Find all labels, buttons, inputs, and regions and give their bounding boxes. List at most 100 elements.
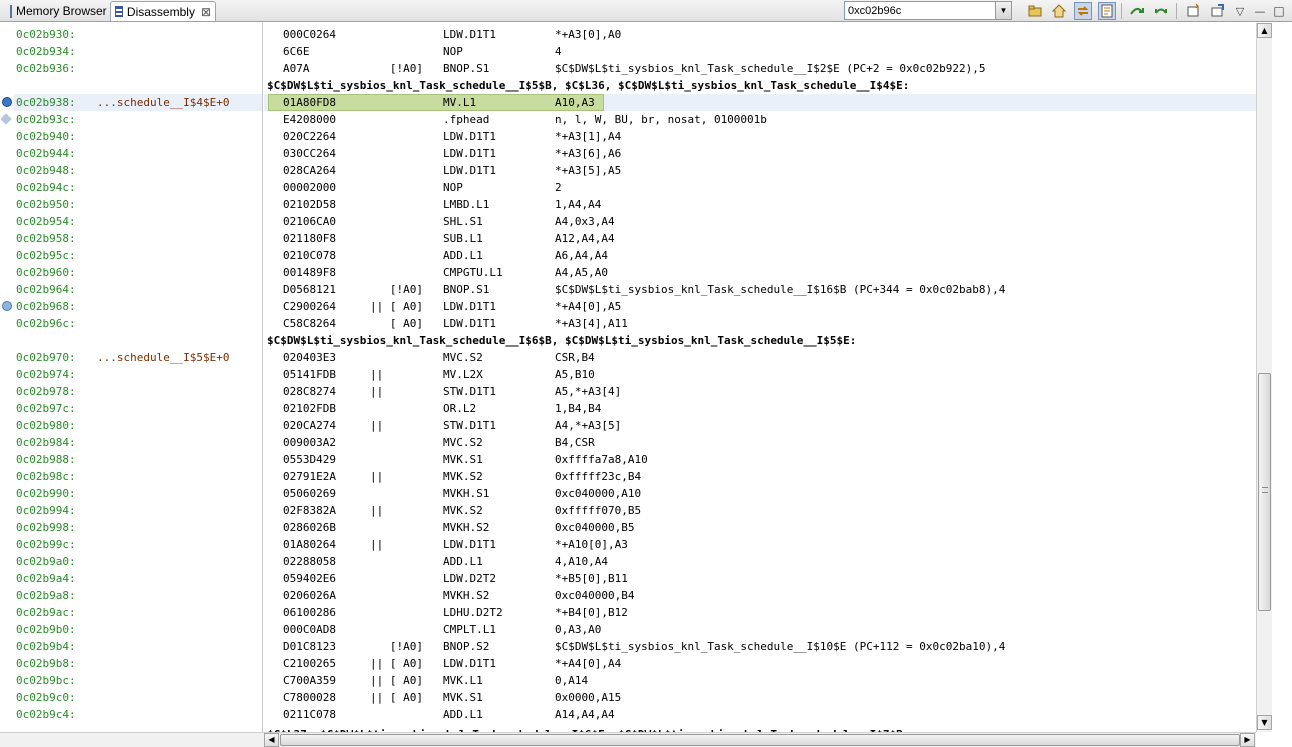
instruction-row[interactable]: 001489F8 CMPGTU.L1 A4,A5,A0 [264, 264, 1256, 281]
instruction-row[interactable]: 05060269 MVKH.S1 0xc040000,A10 [264, 485, 1256, 502]
address-row[interactable]: 0c02b950: [14, 196, 262, 213]
address-row[interactable]: 0c02b940: [14, 128, 262, 145]
address-row[interactable]: 0c02b994: [14, 502, 262, 519]
address-row[interactable]: 0c02b984: [14, 434, 262, 451]
address-row[interactable]: 0c02b9b4: [14, 638, 262, 655]
address-row[interactable]: 0c02b9a8: [14, 587, 262, 604]
address-row[interactable]: 0c02b964: [14, 281, 262, 298]
instruction-row[interactable]: 020C2264 LDW.D1T1 *+A3[1],A4 [264, 128, 1256, 145]
instruction-row[interactable]: 0211C078 ADD.L1 A14,A4,A4 [264, 706, 1256, 723]
refresh-icon[interactable] [1152, 2, 1170, 20]
instruction-row[interactable]: 0206026A MVKH.S2 0xc040000,B4 [264, 587, 1256, 604]
instruction-row[interactable]: 02F8382A || MVK.S2 0xfffff070,B5 [264, 502, 1256, 519]
instruction-row[interactable]: 00002000 NOP 2 [264, 179, 1256, 196]
scroll-right-button[interactable]: ▶ [1240, 733, 1255, 747]
step-over-icon[interactable] [1128, 2, 1146, 20]
address-row[interactable]: 0c02b93c: [14, 111, 262, 128]
minimize-icon[interactable]: — [1251, 2, 1269, 20]
address-row[interactable]: 0c02b99c: [14, 536, 262, 553]
new-view-icon[interactable] [1184, 2, 1202, 20]
address-row[interactable]: 0c02b998: [14, 519, 262, 536]
address-row[interactable]: 0c02b97c: [14, 400, 262, 417]
address-row[interactable]: 0c02b9c4: [14, 706, 262, 723]
instruction-row[interactable]: 028C8274 || STW.D1T1 A5,*+A3[4] [264, 383, 1256, 400]
address-row[interactable]: 0c02b988: [14, 451, 262, 468]
instruction-row[interactable]: C700A359 || [ A0] MVK.L1 0,A14 [264, 672, 1256, 689]
address-row[interactable]: 0c02b954: [14, 213, 262, 230]
address-row[interactable]: 0c02b938: ...schedule__I$4$E+0 [14, 94, 262, 111]
instruction-row[interactable]: 6C6E NOP 4 [264, 43, 1256, 60]
address-row[interactable]: 0c02b930: [14, 26, 262, 43]
program-counter-icon[interactable] [2, 97, 12, 107]
address-combo[interactable]: ▼ [844, 1, 1012, 20]
close-tab-icon[interactable]: ⊠ [201, 5, 211, 19]
instruction-row[interactable]: 0286026B MVKH.S2 0xc040000,B5 [264, 519, 1256, 536]
instruction-row[interactable]: 020CA274 || STW.D1T1 A4,*+A3[5] [264, 417, 1256, 434]
address-row[interactable]: 0c02b936: [14, 60, 262, 77]
instruction-row[interactable]: C2100265 || [ A0] LDW.D1T1 *+A4[0],A4 [264, 655, 1256, 672]
address-dropdown-button[interactable]: ▼ [995, 2, 1011, 19]
address-row[interactable]: 0c02b94c: [14, 179, 262, 196]
instruction-row[interactable]: 000C0264 LDW.D1T1 *+A3[0],A0 [264, 26, 1256, 43]
instruction-row[interactable]: 02288058 ADD.L1 4,A10,A4 [264, 553, 1256, 570]
address-input[interactable] [845, 2, 995, 19]
address-row[interactable]: 0c02b944: [14, 145, 262, 162]
instruction-row[interactable]: 06100286 LDHU.D2T2 *+B4[0],B12 [264, 604, 1256, 621]
horizontal-scroll-thumb[interactable] [280, 734, 1240, 746]
instruction-row[interactable]: 009003A2 MVC.S2 B4,CSR [264, 434, 1256, 451]
address-row[interactable]: 0c02b990: [14, 485, 262, 502]
instruction-row[interactable]: 0210C078 ADD.L1 A6,A4,A4 [264, 247, 1256, 264]
scroll-left-button[interactable]: ◀ [264, 733, 279, 747]
view-menu-icon[interactable]: ▽ [1231, 2, 1249, 20]
instruction-row[interactable]: 059402E6 LDW.D2T2 *+B5[0],B11 [264, 570, 1256, 587]
address-row[interactable]: 0c02b9ac: [14, 604, 262, 621]
scroll-up-button[interactable]: ▲ [1257, 23, 1272, 38]
address-row[interactable]: 0c02b9b0: [14, 621, 262, 638]
instruction-row[interactable]: 01A80264 || LDW.D1T1 *+A10[0],A3 [264, 536, 1256, 553]
breakpoint-gutter[interactable] [0, 23, 14, 732]
vertical-scroll-thumb[interactable] [1258, 373, 1271, 611]
maximize-icon[interactable]: □ [1270, 2, 1288, 20]
link-icon[interactable] [1074, 2, 1092, 20]
home-icon[interactable] [1050, 2, 1068, 20]
vertical-scrollbar[interactable]: ▲ ▼ [1256, 23, 1272, 732]
address-row[interactable]: 0c02b934: [14, 43, 262, 60]
address-row[interactable]: 0c02b9bc: [14, 672, 262, 689]
instruction-row[interactable]: D0568121 [!A0] BNOP.S1 $C$DW$L$ti_sysbios_… [264, 281, 1256, 298]
address-row[interactable]: 0c02b974: [14, 366, 262, 383]
instruction-row[interactable]: C7800028 || [ A0] MVK.S1 0x0000,A15 [264, 689, 1256, 706]
instruction-row[interactable]: 01A80FD8 MV.L1 A10,A3 [264, 94, 1256, 111]
address-row[interactable]: 0c02b960: [14, 264, 262, 281]
address-row[interactable]: 0c02b970: ...schedule__I$5$E+0 [14, 349, 262, 366]
address-row[interactable]: 0c02b968: [14, 298, 262, 315]
instruction-row[interactable]: A07A [!A0] BNOP.S1 $C$DW$L$ti_sysbios_knl_… [264, 60, 1256, 77]
instruction-row[interactable]: 02102FDB OR.L2 1,B4,B4 [264, 400, 1256, 417]
instruction-row[interactable]: 000C0AD8 CMPLT.L1 0,A3,A0 [264, 621, 1256, 638]
instruction-row[interactable]: 02102D58 LMBD.L1 1,A4,A4 [264, 196, 1256, 213]
instruction-row[interactable]: 020403E3 MVC.S2 CSR,B4 [264, 349, 1256, 366]
address-row[interactable]: 0c02b98c: [14, 468, 262, 485]
instruction-row[interactable]: C58C8264 [ A0] LDW.D1T1 *+A3[4],A11 [264, 315, 1256, 332]
address-row[interactable]: 0c02b9b8: [14, 655, 262, 672]
instruction-row[interactable]: E4208000 .fphead n, l, W, BU, br, nosat, 0… [264, 111, 1256, 128]
instruction-row[interactable]: 05141FDB || MV.L2X A5,B10 [264, 366, 1256, 383]
instruction-row[interactable]: 02791E2A || MVK.S2 0xfffff23c,B4 [264, 468, 1256, 485]
tab-disassembly[interactable]: Disassembly ⊠ [110, 1, 216, 21]
disassembly-code-area[interactable]: 000C0264 LDW.D1T1 *+A3[0],A0 6C6E NOP 4 A07A [… [264, 23, 1256, 732]
source-icon[interactable] [1098, 2, 1116, 20]
instruction-row[interactable]: 02106CA0 SHL.S1 A4,0x3,A4 [264, 213, 1256, 230]
instruction-row[interactable]: 028CA264 LDW.D1T1 *+A3[5],A5 [264, 162, 1256, 179]
instruction-row[interactable]: C2900264 || [ A0] LDW.D1T1 *+A4[0],A5 [264, 298, 1256, 315]
tab-memory-browser[interactable]: Memory Browser [4, 1, 108, 21]
address-row[interactable]: 0c02b9c0: [14, 689, 262, 706]
address-row[interactable]: 0c02b96c: [14, 315, 262, 332]
scroll-down-button[interactable]: ▼ [1257, 715, 1272, 730]
address-row[interactable]: 0c02b980: [14, 417, 262, 434]
instruction-row[interactable]: 021180F8 SUB.L1 A12,A4,A4 [264, 230, 1256, 247]
breakpoint-icon[interactable] [2, 301, 12, 311]
address-row[interactable]: 0c02b9a0: [14, 553, 262, 570]
open-file-icon[interactable] [1026, 2, 1044, 20]
horizontal-scrollbar[interactable]: ◀ ▶ [264, 732, 1256, 747]
address-row[interactable]: 0c02b958: [14, 230, 262, 247]
pin-icon[interactable] [1208, 2, 1226, 20]
